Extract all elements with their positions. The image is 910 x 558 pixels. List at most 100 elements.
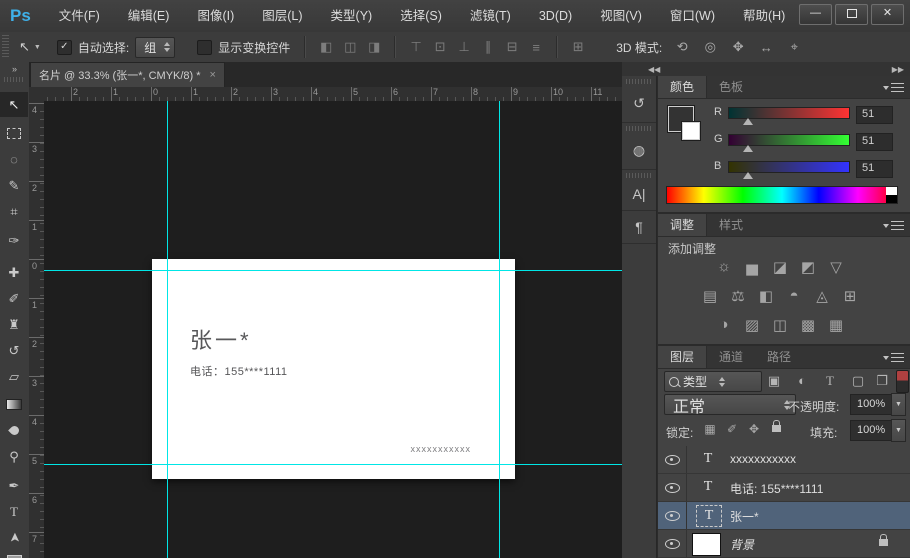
layer-filtering-toggle[interactable] (896, 370, 909, 393)
menu-3d[interactable]: 3D(D) (525, 0, 586, 32)
layer-filter-dropdown[interactable]: 类型 (664, 371, 762, 392)
dodge-tool[interactable]: ⚲ (0, 444, 28, 469)
menu-window[interactable]: 窗口(W) (656, 0, 729, 32)
panel-menu-icon[interactable] (891, 221, 904, 230)
threshold-icon[interactable]: ◫ (766, 316, 794, 334)
tab-layers[interactable]: 图层 (658, 346, 707, 368)
posterize-icon[interactable]: ▨ (738, 316, 766, 334)
filter-adjustment-layers-icon[interactable]: ◐ (790, 373, 814, 388)
toolbar-expand-button[interactable]: » (0, 62, 30, 89)
align-vertical-centers-icon[interactable]: ⊡ (428, 39, 452, 55)
menu-select[interactable]: 选择(S) (386, 0, 456, 32)
layer-row-phone[interactable]: T 电话: 155****1111 (658, 474, 910, 502)
type-tool[interactable]: T (0, 499, 28, 524)
tab-close-icon[interactable]: × (210, 69, 216, 81)
distribute-vertical-icon[interactable]: ⊟ (500, 39, 524, 55)
lock-all-icon[interactable] (766, 418, 786, 435)
invert-icon[interactable]: ◑ (710, 316, 738, 334)
collapse-icon-strip-button[interactable]: ◀◀ (648, 65, 660, 74)
eraser-tool[interactable]: ▱ (0, 364, 28, 389)
hue-saturation-icon[interactable]: ▤ (696, 287, 724, 305)
guide-horizontal-top[interactable] (44, 270, 622, 271)
layer-row-watermark[interactable]: T xxxxxxxxxxx (658, 446, 910, 474)
layer-row-name-selected[interactable]: T 张一* (658, 502, 910, 530)
guide-vertical-left[interactable] (167, 101, 168, 558)
curves-icon[interactable]: ◪ (766, 258, 794, 276)
distribute-horizontal-icon[interactable]: ∥ (476, 39, 500, 55)
menu-view[interactable]: 视图(V) (586, 0, 656, 32)
channel-r-thumb[interactable] (743, 118, 753, 125)
tab-swatches[interactable]: 色板 (707, 76, 755, 98)
lock-transparent-pixels-icon[interactable]: ▦ (700, 422, 720, 436)
color-lookup-icon[interactable]: ⊞ (836, 287, 864, 305)
opacity-dropdown-arrow[interactable]: ▼ (891, 393, 906, 416)
history-brush-tool[interactable]: ↺ (0, 338, 28, 363)
eyedropper-tool[interactable]: ✑ (0, 228, 28, 253)
horizontal-ruler[interactable]: 2 1 0 1 2 3 4 5 6 7 8 9 10 11 (44, 87, 622, 102)
panel-menu-icon[interactable] (891, 353, 904, 362)
menu-image[interactable]: 图像(I) (183, 0, 248, 32)
lock-image-pixels-icon[interactable]: ✐ (722, 422, 742, 436)
brush-tool[interactable]: ✐ (0, 286, 28, 311)
opacity-value[interactable]: 100% (850, 394, 897, 415)
menu-help[interactable]: 帮助(H) (729, 0, 799, 32)
text-layer-thumbnail[interactable]: T (696, 449, 720, 469)
filter-type-layers-icon[interactable]: T (818, 373, 842, 389)
menu-filter[interactable]: 滤镜(T) (456, 0, 525, 32)
tab-paths[interactable]: 路径 (755, 346, 803, 368)
channel-b-thumb[interactable] (743, 172, 753, 179)
gradient-map-icon[interactable]: ▩ (794, 316, 822, 334)
auto-select-checkbox[interactable]: ✓ (57, 40, 72, 55)
panel-menu-icon[interactable] (891, 83, 904, 92)
align-left-edges-icon[interactable]: ◧ (314, 39, 338, 55)
channel-b-value[interactable]: 51 (856, 160, 893, 178)
distribute-spacing-icon[interactable]: ≡ (524, 40, 548, 55)
vertical-ruler[interactable]: 4 3 2 1 0 1 2 3 4 5 6 7 (29, 101, 45, 558)
layer-name[interactable]: 张一* (730, 508, 759, 525)
rectangle-tool[interactable] (0, 548, 28, 558)
vibrance-icon[interactable]: ▽ (822, 258, 850, 276)
spectrum-white-swatch[interactable] (886, 187, 897, 195)
channel-g-thumb[interactable] (743, 145, 753, 152)
3d-scale-icon[interactable]: ⌖ (780, 39, 808, 55)
3d-pan-icon[interactable]: ✥ (724, 39, 752, 55)
tab-styles[interactable]: 样式 (707, 214, 755, 236)
character-panel-button[interactable]: A| (622, 178, 656, 211)
text-layer-thumbnail-selected[interactable]: T (696, 505, 722, 527)
properties-panel-button[interactable]: ◍ (622, 131, 656, 170)
quick-selection-tool[interactable]: ✎ (0, 173, 28, 198)
menu-edit[interactable]: 编辑(E) (114, 0, 184, 32)
collapse-panels-button[interactable]: ▶▶ (892, 65, 904, 74)
brightness-contrast-icon[interactable]: ☼ (710, 258, 738, 276)
maximize-button[interactable] (835, 4, 868, 25)
color-spectrum-ramp[interactable] (666, 186, 898, 204)
color-balance-icon[interactable]: ⚖ (724, 287, 752, 305)
lasso-tool[interactable]: ◌ (0, 147, 28, 172)
fill-value[interactable]: 100% (850, 420, 897, 441)
canvas-pasteboard[interactable]: 张一* 电话：155****1111 xxxxxxxxxxx (44, 101, 622, 558)
clone-stamp-tool[interactable]: ♜ (0, 312, 28, 337)
background-color-swatch[interactable] (682, 122, 700, 140)
photo-filter-icon[interactable]: ◓ (780, 287, 808, 305)
menu-file[interactable]: 文件(F) (45, 0, 114, 32)
gradient-tool[interactable] (0, 392, 28, 417)
layer-name[interactable]: 电话: 155****1111 (730, 480, 823, 497)
auto-select-dropdown[interactable]: 组 (135, 37, 175, 58)
layer-name[interactable]: xxxxxxxxxxx (730, 452, 796, 466)
text-layer-thumbnail[interactable]: T (696, 477, 720, 497)
channel-mixer-icon[interactable]: ◬ (808, 287, 836, 305)
visibility-eye-icon[interactable] (665, 511, 680, 521)
options-gripper[interactable] (2, 35, 9, 59)
tool-preset-arrow-icon[interactable]: ▼ (34, 44, 41, 51)
tab-channels[interactable]: 通道 (707, 346, 755, 368)
move-tool[interactable]: ↖ (0, 92, 28, 117)
auto-align-layers-icon[interactable]: ⊞ (566, 39, 590, 55)
channel-r-value[interactable]: 51 (856, 106, 893, 124)
exposure-icon[interactable]: ◩ (794, 258, 822, 276)
3d-roll-icon[interactable]: ◎ (696, 39, 724, 55)
close-button[interactable]: ✕ (871, 4, 904, 25)
layer-name[interactable]: 背景 (730, 536, 754, 553)
pen-tool[interactable]: ✒ (0, 473, 28, 498)
tab-adjustments[interactable]: 调整 (658, 214, 707, 236)
blur-tool[interactable] (0, 418, 28, 443)
